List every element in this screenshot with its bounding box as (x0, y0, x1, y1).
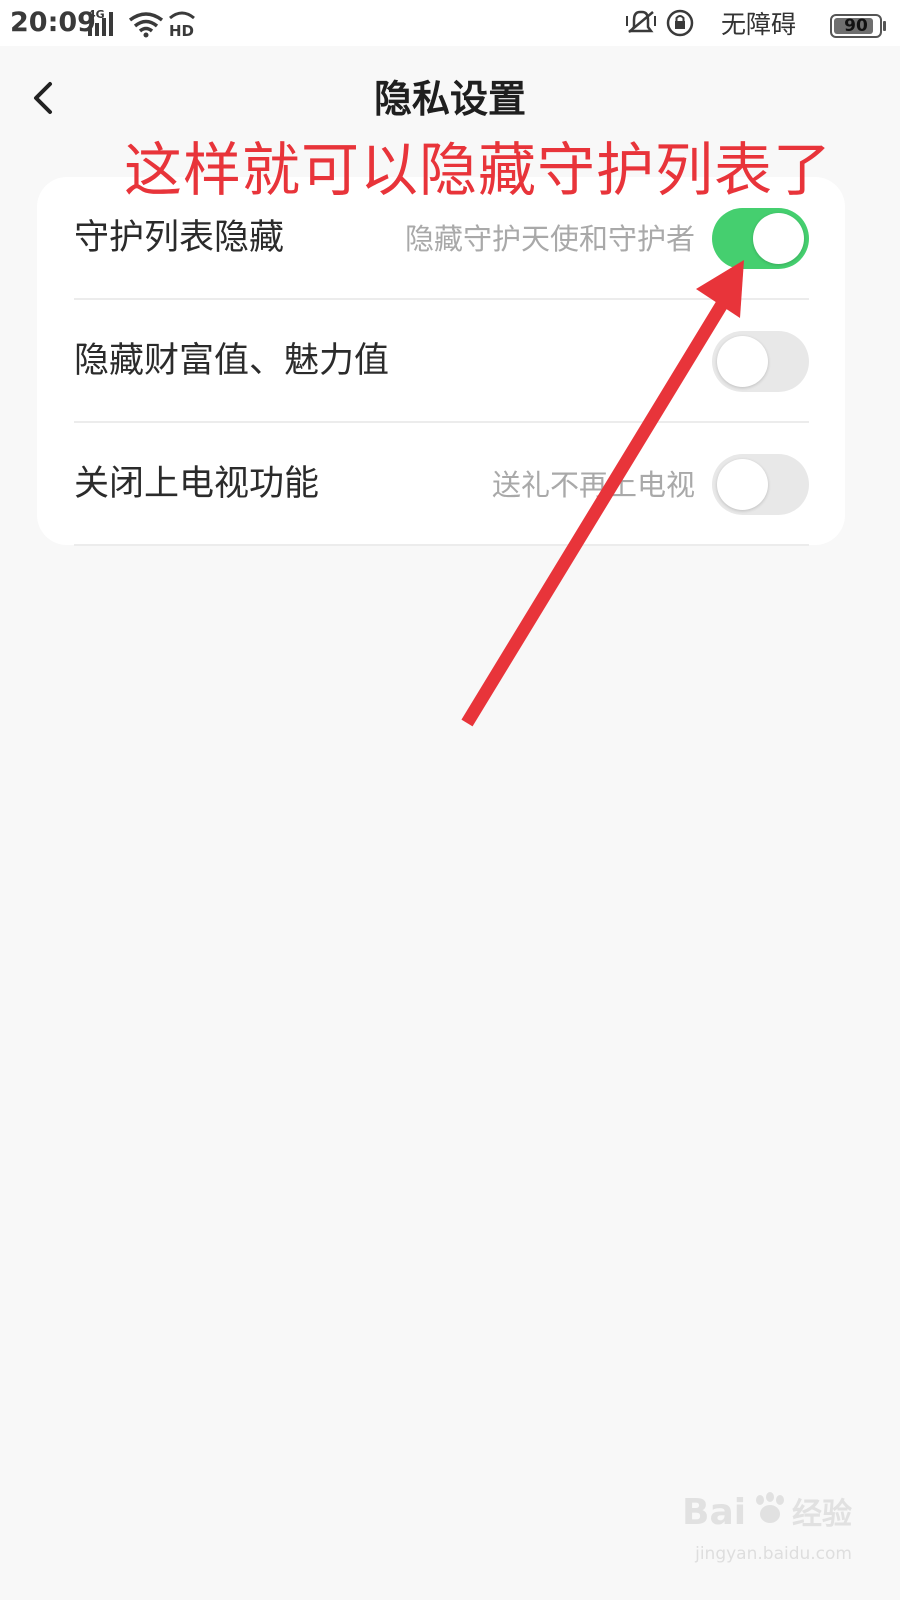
baidu-logo-icon: Bai 经验 (682, 1492, 852, 1533)
row-divider (74, 544, 809, 546)
setting-description: 送礼不再上电视 (491, 468, 695, 502)
svg-text:经验: 经验 (792, 1497, 852, 1532)
status-right: 无障碍 90 (626, 6, 886, 40)
setting-description: 隐藏守护天使和守护者 (404, 222, 695, 256)
hide-wealth-charm-toggle[interactable] (712, 331, 809, 392)
battery-level-label: 90 (844, 16, 868, 36)
svg-text:Bai: Bai (682, 1492, 746, 1533)
toggle-knob (717, 459, 768, 510)
wifi-icon (128, 12, 164, 38)
hd-label: HD (169, 22, 194, 38)
page-title: 隐私设置 (373, 77, 526, 121)
toggle-knob (753, 213, 804, 264)
toggle-knob (717, 336, 768, 387)
status-bar: 20:09 4G HD 无障碍 90 (0, 0, 900, 46)
watermark-url: jingyan.baidu.com (695, 1544, 852, 1564)
battery-cap (883, 21, 886, 31)
settings-card: 守护列表隐藏 隐藏守护天使和守护者 隐藏财富值、魅力值 关闭上电视功能 送礼不再… (37, 177, 845, 546)
baidu-jingyan-watermark: Bai 经验 jingyan.baidu.com (682, 1480, 852, 1570)
annotation-text: 这样就可以隐藏守护列表了 (124, 136, 833, 204)
setting-label: 守护列表隐藏 (74, 218, 285, 258)
network-type-label: 4G (88, 8, 105, 21)
vibrate-mute-icon (626, 10, 656, 33)
accessibility-status: 无障碍 (720, 10, 796, 39)
setting-label: 隐藏财富值、魅力值 (74, 341, 390, 381)
hd-call-icon: HD (169, 11, 195, 38)
setting-row-disable-tv: 关闭上电视功能 送礼不再上电视 (74, 423, 809, 546)
status-icons-left: 4G HD (88, 8, 195, 38)
rotation-lock-icon (666, 9, 694, 37)
status-icons-right (626, 9, 694, 37)
setting-row-hide-wealth-charm: 隐藏财富值、魅力值 (74, 300, 809, 423)
status-time: 20:09 (10, 7, 96, 38)
disable-tv-toggle[interactable] (712, 454, 809, 515)
hide-guard-list-toggle[interactable] (712, 208, 809, 269)
battery-icon: 90 (830, 14, 882, 38)
setting-label: 关闭上电视功能 (74, 464, 320, 504)
